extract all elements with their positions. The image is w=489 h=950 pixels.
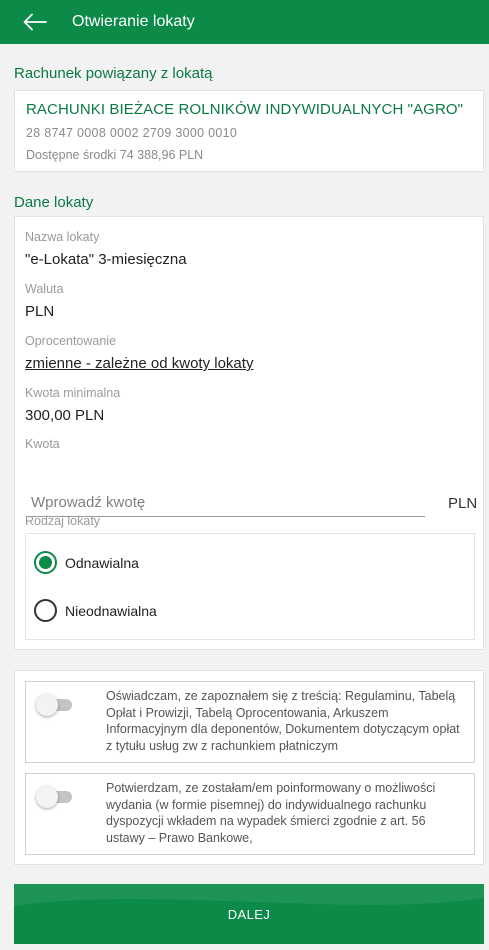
- consent-death-disposition-toggle[interactable]: [36, 786, 74, 808]
- interest-link[interactable]: zmienne - zależne od kwoty lokaty: [25, 355, 253, 372]
- radio-selected-icon: [34, 551, 57, 574]
- deposit-card: Nazwa lokaty "e-Lokata" 3-miesięczna Wal…: [14, 216, 484, 650]
- radio-label: Nieodnawialna: [65, 602, 157, 619]
- consents-card: Oświadczam, ze zapoznałem się z treścią:…: [14, 670, 484, 865]
- next-button-label: DALEJ: [227, 906, 271, 922]
- next-button[interactable]: DALEJ: [14, 884, 484, 944]
- deposit-type-group: Odnawialna Nieodnawialna: [25, 533, 475, 640]
- linked-account-card[interactable]: RACHUNKI BIEŻACE ROLNIKÓW INDYWIDUALNYCH…: [14, 90, 484, 172]
- app-header: Otwieranie lokaty: [0, 0, 489, 44]
- radio-unselected-icon: [34, 599, 57, 622]
- account-name: RACHUNKI BIEŻACE ROLNIKÓW INDYWIDUALNYCH…: [26, 101, 464, 118]
- amount-label: Kwota: [25, 437, 60, 451]
- amount-input[interactable]: [31, 489, 425, 517]
- arrow-left-icon: [23, 13, 47, 31]
- radio-option-non-renewable[interactable]: Nieodnawialna: [34, 599, 157, 622]
- account-number: 28 8747 0008 0002 2709 3000 0010: [26, 126, 238, 140]
- consent-terms-text: Oświadczam, ze zapoznałem się z treścią:…: [106, 689, 460, 753]
- min-amount-value: 300,00 PLN: [25, 407, 105, 424]
- currency-value: PLN: [25, 303, 55, 320]
- page-title: Otwieranie lokaty: [72, 13, 195, 30]
- radio-label: Odnawialna: [65, 554, 139, 571]
- consent-death-disposition-text: Potwierdzam, ze zostałam/em poinformowan…: [106, 781, 436, 845]
- deposit-name-value: "e-Lokata" 3-miesięczna: [25, 251, 187, 268]
- radio-option-renewable[interactable]: Odnawialna: [34, 551, 139, 574]
- consent-terms-toggle[interactable]: [36, 694, 74, 716]
- interest-label: Oprocentowanie: [25, 334, 117, 348]
- amount-currency: PLN: [448, 495, 478, 512]
- available-funds: Dostępne środki 74 388,96 PLN: [26, 148, 204, 162]
- deposit-name-label: Nazwa lokaty: [25, 230, 100, 244]
- consent-terms: Oświadczam, ze zapoznałem się z treścią:…: [25, 681, 475, 763]
- deposit-type-label: Rodzaj lokaty: [25, 514, 101, 528]
- currency-label: Waluta: [25, 282, 64, 296]
- deposit-section-title: Dane lokaty: [14, 194, 94, 211]
- back-button[interactable]: [0, 0, 70, 44]
- min-amount-label: Kwota minimalna: [25, 386, 121, 400]
- linked-account-section-title: Rachunek powiązany z lokatą: [14, 65, 213, 82]
- consent-death-disposition: Potwierdzam, ze zostałam/em poinformowan…: [25, 773, 475, 855]
